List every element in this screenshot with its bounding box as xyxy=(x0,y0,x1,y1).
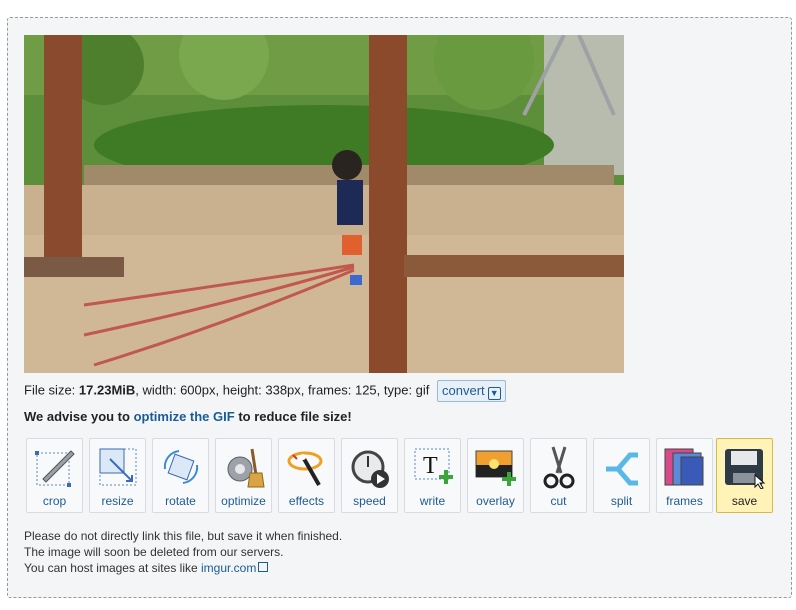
optimize-icon xyxy=(227,448,265,488)
tool-save[interactable]: save xyxy=(716,438,773,513)
split-icon xyxy=(606,452,638,486)
gif-preview-image xyxy=(24,35,624,373)
tool-label: write xyxy=(419,494,446,508)
tool-label: crop xyxy=(42,494,67,508)
text-icon: T xyxy=(414,448,453,484)
tool-label: overlay xyxy=(476,494,515,508)
note-line-3-prefix: You can host images at sites like xyxy=(24,561,201,575)
tool-write[interactable]: T write xyxy=(404,438,461,513)
imgur-link[interactable]: imgur.com xyxy=(201,561,256,575)
rotate-icon xyxy=(163,450,199,484)
advice-prefix: We advise you to xyxy=(24,409,134,424)
tool-label: cut xyxy=(550,494,567,508)
tool-label: speed xyxy=(353,494,386,508)
floppy-disk-icon xyxy=(725,449,766,489)
file-info: File size: 17.23MiB, width: 600px, heigh… xyxy=(24,380,506,402)
note-line-2: The image will soon be deleted from our … xyxy=(24,545,284,559)
optimize-advice: We advise you to optimize the GIF to red… xyxy=(24,407,352,427)
tool-effects[interactable]: effects xyxy=(278,438,335,513)
resize-icon xyxy=(99,448,137,486)
external-link-icon xyxy=(258,562,269,572)
tool-label: effects xyxy=(288,494,325,508)
tool-label: resize xyxy=(101,494,134,508)
overlay-icon xyxy=(475,450,516,486)
tool-speed[interactable]: speed xyxy=(341,438,398,513)
frames-icon xyxy=(664,448,704,486)
tool-split[interactable]: split xyxy=(593,438,650,513)
magic-wand-icon xyxy=(287,451,323,486)
note-line-3: You can host images at sites like imgur.… xyxy=(24,560,342,576)
tool-rotate[interactable]: rotate xyxy=(152,438,209,513)
arrow-down-icon: ▼ xyxy=(487,387,501,400)
scissors-icon xyxy=(543,446,575,489)
tool-label: rotate xyxy=(165,494,196,508)
tool-label: optimize xyxy=(221,494,266,508)
tool-label: save xyxy=(731,494,758,508)
tool-label: split xyxy=(610,494,633,508)
tool-frames[interactable]: frames xyxy=(656,438,713,513)
tool-cut[interactable]: cut xyxy=(530,438,587,513)
tool-crop[interactable]: crop xyxy=(26,438,83,513)
tool-optimize[interactable]: optimize xyxy=(215,438,272,513)
tool-resize[interactable]: resize xyxy=(89,438,146,513)
advice-suffix: to reduce file size! xyxy=(234,409,352,424)
optimize-link[interactable]: optimize the GIF xyxy=(134,409,235,424)
convert-button[interactable]: convert ▼ xyxy=(437,380,506,402)
crop-icon xyxy=(35,450,75,487)
file-dimensions: , width: 600px, height: 338px, frames: 1… xyxy=(135,382,430,398)
tool-label: frames xyxy=(666,494,703,508)
stopwatch-icon xyxy=(351,450,389,488)
note-line-1: Please do not directly link this file, b… xyxy=(24,529,343,543)
convert-label: convert xyxy=(442,383,485,398)
tool-overlay[interactable]: overlay xyxy=(467,438,524,513)
notes: Please do not directly link this file, b… xyxy=(24,528,342,576)
svg-text:T: T xyxy=(423,453,438,479)
playground-photo xyxy=(24,35,624,373)
file-size-value: 17.23MiB xyxy=(78,382,136,398)
file-size-label: File size: xyxy=(24,382,79,398)
